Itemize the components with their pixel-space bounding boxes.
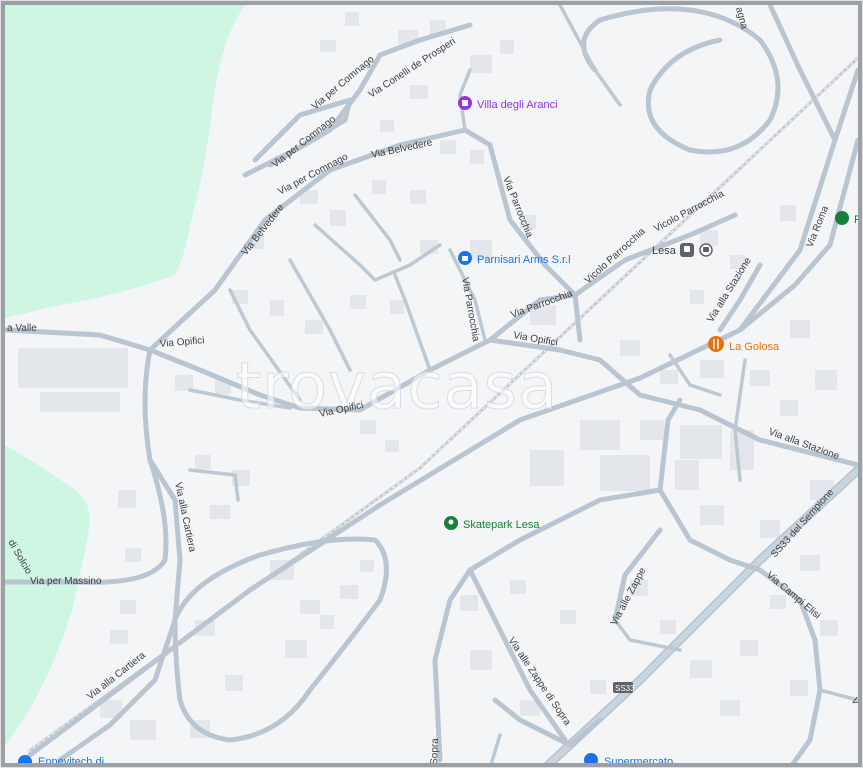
poi-label: Villa degli Aranci [477,99,558,111]
ss33-shield: SS33 [613,682,635,693]
poi-label: Parnisari Arms S.r.l [477,254,571,266]
restaurant-icon [708,336,724,352]
park-pin-icon [835,211,849,225]
watermark: trovacasa [236,350,558,424]
poi-label: Skatepark Lesa [463,519,540,531]
street-label: Sopra [429,738,441,765]
lesa-station[interactable]: Lesa [652,243,713,257]
place-label-lesa: Lesa [652,245,677,257]
poi-label: La Golosa [729,341,780,353]
map-canvas[interactable]: trovacasa Via per Comnago Via per Comnag… [0,0,863,768]
street-label: a Valle [7,323,37,334]
street-label: Via per Massino [30,576,102,587]
svg-text:SS33: SS33 [615,684,635,693]
